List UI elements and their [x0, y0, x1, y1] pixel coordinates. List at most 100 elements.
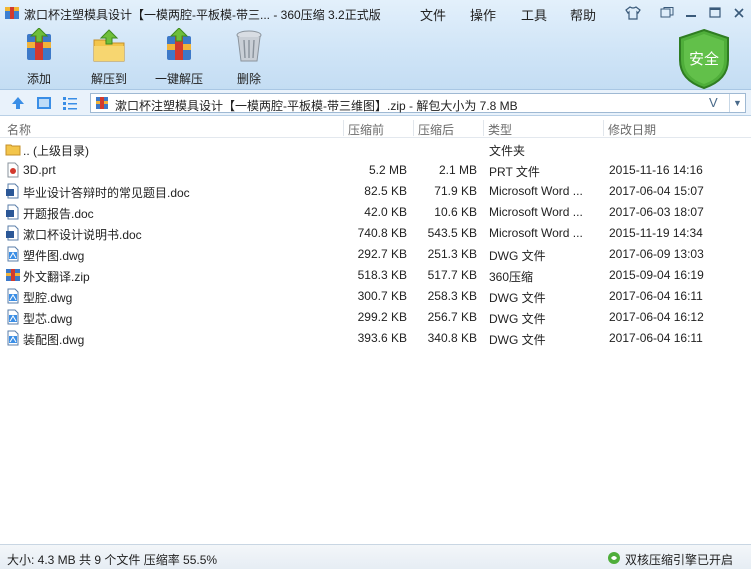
file-size-before: 82.5 KB: [364, 184, 407, 198]
list-item[interactable]: 漱口杯设计说明书.doc 740.8 KB 543.5 KB Microsoft…: [0, 223, 751, 244]
column-divider[interactable]: [413, 120, 414, 136]
prt-file-icon: [7, 162, 19, 178]
file-size-before: 518.3 KB: [357, 268, 407, 282]
file-date: 2015-09-04 16:19: [609, 268, 704, 282]
file-name: .. (上级目录): [23, 144, 89, 158]
folder-up-icon: [5, 144, 21, 156]
engine-icon: [607, 552, 620, 564]
menu-tools[interactable]: 工具: [521, 5, 547, 24]
engine-label: 双核压缩引擎已开启: [624, 553, 733, 567]
dwg-file-icon: [7, 288, 19, 304]
file-size-before: 393.6 KB: [357, 331, 407, 345]
address-field[interactable]: 漱口杯注塑模具设计【一模两腔-平板模-带三维图】.zip - 解包大小为 7.8…: [90, 93, 746, 113]
list-item[interactable]: 装配图.dwg 393.6 KB 340.8 KB DWG 文件 2017-06…: [0, 328, 751, 349]
file-size-after: 340.8 KB: [427, 331, 477, 345]
column-after[interactable]: 压缩后: [418, 121, 454, 138]
list-item[interactable]: 型芯.dwg 299.2 KB 256.7 KB DWG 文件 2017-06-…: [0, 307, 751, 328]
list-item[interactable]: 毕业设计答辩时的常见题目.doc 82.5 KB 71.9 KB Microso…: [0, 181, 751, 202]
delete-button[interactable]: 删除: [214, 28, 284, 88]
file-name: 塑件图.dwg: [23, 249, 85, 263]
file-size-before: 300.7 KB: [357, 289, 407, 303]
file-size-after: 2.1 MB: [438, 163, 477, 177]
status-summary: 大小: 4.3 MB 共 9 个文件 压缩率 55.5%: [7, 553, 218, 567]
list-item[interactable]: 型腔.dwg 300.7 KB 258.3 KB DWG 文件 2017-06-…: [0, 286, 751, 307]
file-size-after: 543.5 KB: [427, 226, 477, 240]
shirt-icon[interactable]: [622, 3, 644, 23]
file-name: 漱口杯设计说明书.doc: [23, 228, 142, 242]
file-size-after: 517.7 KB: [427, 268, 477, 282]
add-archive-icon: [27, 28, 51, 60]
file-size-after: 258.3 KB: [427, 289, 477, 303]
file-type: Microsoft Word ...: [489, 205, 583, 219]
column-name[interactable]: 名称: [7, 121, 31, 138]
extract-to-button[interactable]: 解压到: [74, 28, 144, 88]
file-size-before: 299.2 KB: [357, 310, 407, 324]
dual-core-engine-status[interactable]: 双核压缩引擎已开启: [607, 551, 733, 568]
column-date[interactable]: 修改日期: [608, 121, 656, 138]
close-icon[interactable]: [728, 3, 750, 23]
up-arrow-icon[interactable]: [10, 95, 26, 111]
add-label: 添加: [26, 72, 51, 86]
column-divider[interactable]: [343, 120, 344, 136]
file-size-before: 5.2 MB: [368, 163, 407, 177]
delete-label: 删除: [236, 72, 261, 86]
word-doc-icon: [6, 183, 19, 199]
dwg-file-icon: [7, 246, 19, 262]
column-divider[interactable]: [603, 120, 604, 136]
list-item[interactable]: 开题报告.doc 42.0 KB 10.6 KB Microsoft Word …: [0, 202, 751, 223]
one-click-extract-button[interactable]: 一键解压: [144, 28, 214, 88]
minimize-icon[interactable]: [680, 3, 702, 23]
file-name: 外文翻译.zip: [23, 270, 90, 284]
file-size-after: 256.7 KB: [427, 310, 477, 324]
file-size-before: 740.8 KB: [357, 226, 407, 240]
dwg-file-icon: [7, 330, 19, 346]
file-name: 装配图.dwg: [23, 333, 85, 347]
large-icon-view-icon[interactable]: [36, 95, 52, 111]
list-header: 名称 压缩前 压缩后 类型 修改日期: [0, 118, 751, 138]
extract-to-label: 解压到: [90, 72, 127, 86]
zip-file-icon: [6, 269, 20, 281]
one-click-extract-label: 一键解压: [154, 72, 203, 86]
file-date: 2015-11-16 14:16: [609, 163, 703, 177]
file-type: DWG 文件: [489, 333, 546, 347]
file-name: 开题报告.doc: [23, 207, 94, 221]
add-button[interactable]: 添加: [4, 28, 74, 88]
file-date: 2017-06-04 16:11: [609, 331, 703, 345]
file-size-after: 251.3 KB: [427, 247, 477, 261]
security-shield[interactable]: 安全: [676, 28, 732, 90]
one-click-extract-icon: [167, 28, 191, 60]
address-path: 漱口杯注塑模具设计【一模两腔-平板模-带三维图】.zip - 解包大小为 7.8…: [115, 99, 518, 113]
file-type: Microsoft Word ...: [489, 184, 583, 198]
v-indicator[interactable]: V: [709, 95, 718, 110]
file-type: DWG 文件: [489, 249, 546, 263]
shield-icon: 安全: [679, 28, 729, 90]
list-item[interactable]: 3D.prt 5.2 MB 2.1 MB PRT 文件 2015-11-16 1…: [0, 160, 751, 181]
file-date: 2017-06-04 16:12: [609, 310, 704, 324]
file-date: 2017-06-04 16:11: [609, 289, 703, 303]
list-item[interactable]: 外文翻译.zip 518.3 KB 517.7 KB 360压缩 2015-09…: [0, 265, 751, 286]
list-item[interactable]: 塑件图.dwg 292.7 KB 251.3 KB DWG 文件 2017-06…: [0, 244, 751, 265]
file-date: 2017-06-04 15:07: [609, 184, 704, 198]
trash-icon: [236, 30, 262, 62]
file-date: 2017-06-09 13:03: [609, 247, 704, 261]
menu-file[interactable]: 文件: [420, 5, 446, 24]
menu-help[interactable]: 帮助: [570, 5, 596, 24]
column-before[interactable]: 压缩前: [348, 121, 384, 138]
column-type[interactable]: 类型: [488, 121, 512, 138]
file-type: 360压缩: [489, 270, 534, 284]
address-bar-row: 漱口杯注塑模具设计【一模两腔-平板模-带三维图】.zip - 解包大小为 7.8…: [0, 90, 751, 116]
restore-icon[interactable]: [656, 3, 678, 23]
address-dropdown-icon[interactable]: ▼: [729, 94, 745, 112]
list-view-icon[interactable]: [62, 95, 78, 111]
list-item[interactable]: .. (上级目录) 文件夹: [0, 139, 751, 160]
window-title: 漱口杯注塑模具设计【一模两腔-平板模-带三... - 360压缩 3.2正式版: [24, 8, 381, 22]
menu-operate[interactable]: 操作: [470, 5, 496, 24]
column-divider[interactable]: [483, 120, 484, 136]
word-doc-icon: [6, 204, 19, 220]
file-date: 2017-06-03 18:07: [609, 205, 704, 219]
file-name: 型腔.dwg: [23, 291, 73, 305]
dwg-file-icon: [7, 309, 19, 325]
file-size-before: 292.7 KB: [357, 247, 407, 261]
maximize-icon[interactable]: [704, 3, 726, 23]
file-size-after: 71.9 KB: [434, 184, 477, 198]
